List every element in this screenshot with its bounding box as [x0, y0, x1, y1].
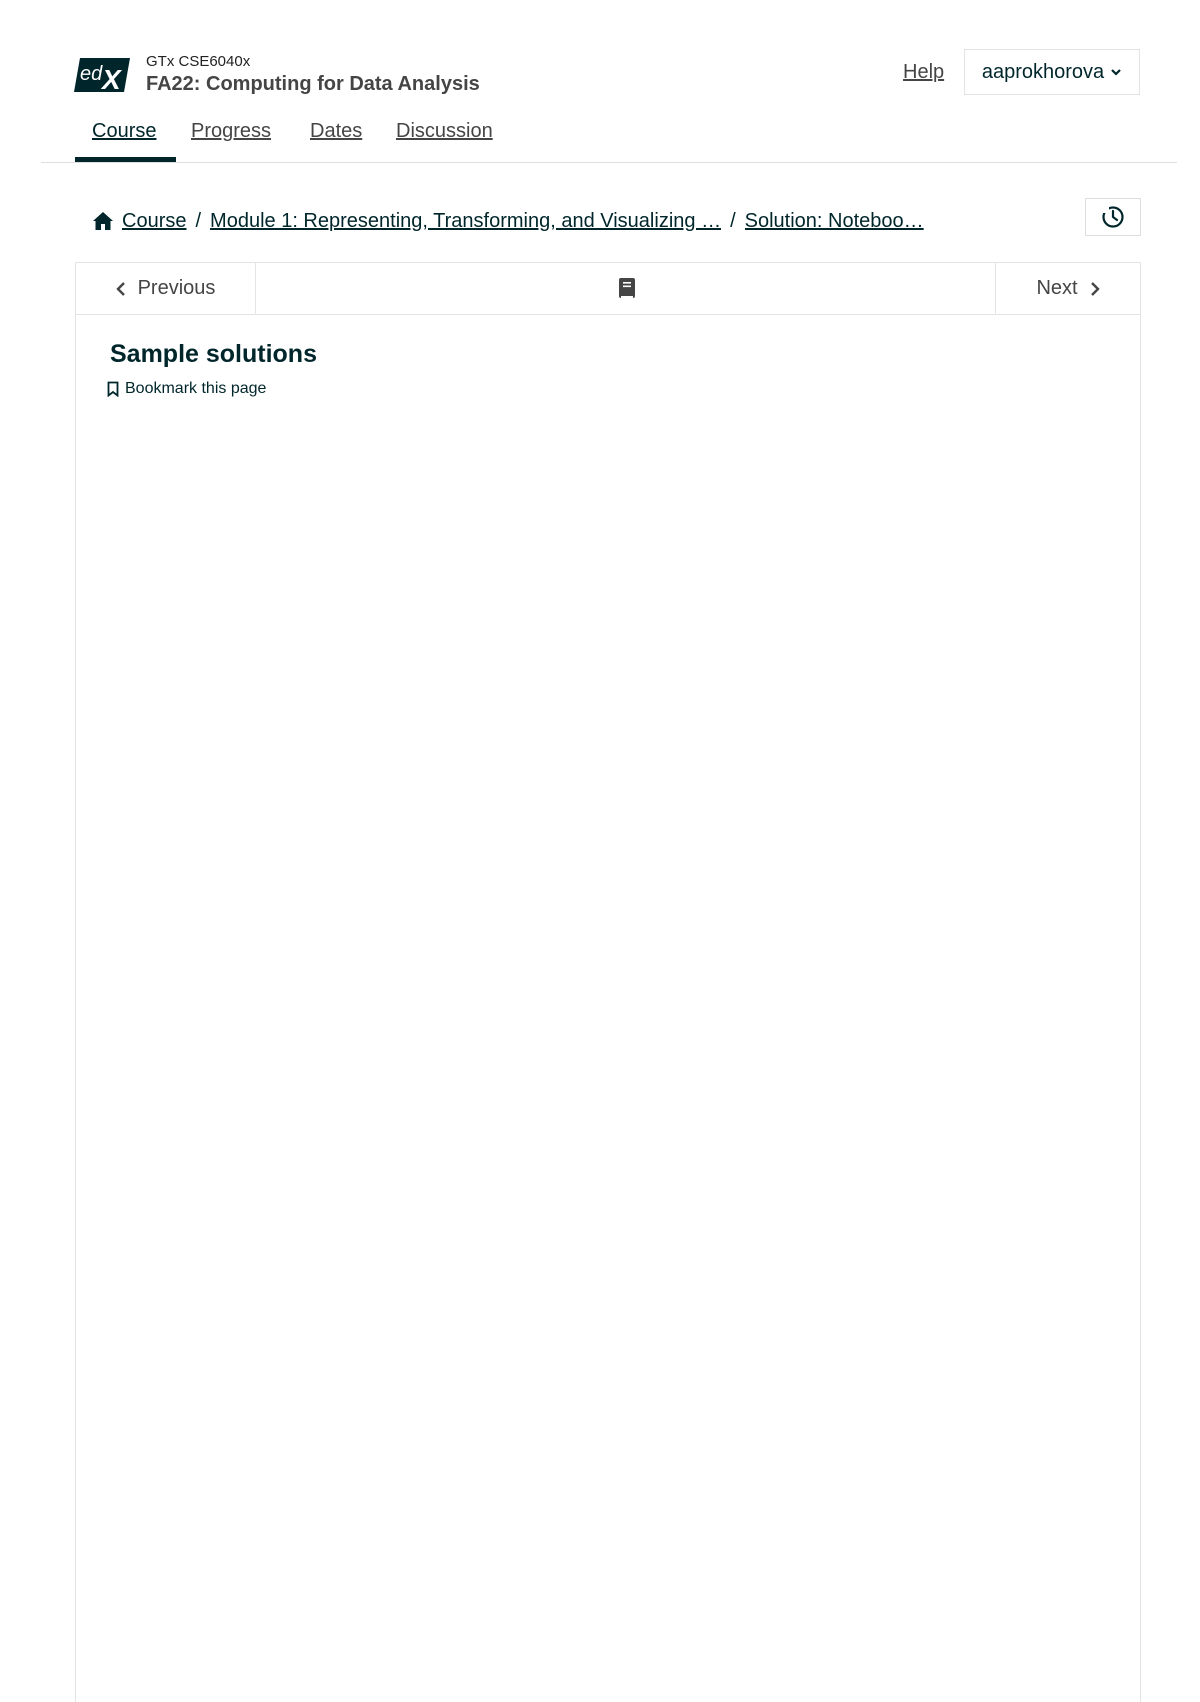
breadcrumb-separator: / — [195, 209, 202, 232]
tab-course[interactable]: Course — [92, 120, 156, 143]
svg-text:X: X — [100, 64, 123, 92]
header-divider — [41, 162, 1177, 163]
course-title: FA22: Computing for Data Analysis — [146, 73, 480, 95]
breadcrumb: Course / Module 1: Representing, Transfo… — [92, 207, 924, 235]
next-label: Next — [1036, 277, 1078, 299]
tab-discussion[interactable]: Discussion — [396, 120, 493, 143]
tab-dates[interactable]: Dates — [310, 120, 362, 143]
breadcrumb-separator: / — [730, 209, 736, 232]
edx-logo[interactable]: ed X — [74, 58, 130, 92]
user-menu-button[interactable]: aaprokhorova — [964, 49, 1140, 95]
site-header: ed X GTx CSE6040x FA22: Computing for Da… — [0, 0, 1200, 162]
bookmark-button[interactable]: Bookmark this page — [107, 380, 266, 398]
help-link[interactable]: Help — [903, 61, 944, 84]
previous-label: Previous — [137, 277, 216, 299]
unit-content — [75, 262, 1141, 1702]
home-icon[interactable] — [92, 211, 114, 231]
breadcrumb-module[interactable]: Module 1: Representing, Transforming, an… — [210, 210, 721, 233]
history-clock-icon — [1101, 205, 1124, 228]
svg-text:ed: ed — [80, 63, 103, 85]
chevron-left-icon — [115, 281, 125, 296]
username: aaprokhorova — [981, 60, 1105, 83]
chevron-right-icon — [1090, 281, 1100, 296]
breadcrumb-unit[interactable]: Solution: Noteboo… — [745, 210, 924, 233]
bookmark-icon — [107, 381, 119, 397]
previous-button[interactable]: Previous — [76, 263, 256, 314]
sequence-navigation: Previous Next — [75, 262, 1141, 315]
tab-progress[interactable]: Progress — [191, 120, 271, 143]
breadcrumb-course[interactable]: Course — [122, 210, 186, 233]
next-button[interactable]: Next — [995, 263, 1140, 314]
chevron-down-icon — [1111, 69, 1121, 76]
history-button[interactable] — [1085, 198, 1141, 236]
book-icon[interactable] — [617, 277, 637, 301]
course-org: GTx CSE6040x — [146, 53, 251, 70]
bookmark-label: Bookmark this page — [125, 380, 267, 397]
page-title: Sample solutions — [110, 340, 317, 368]
